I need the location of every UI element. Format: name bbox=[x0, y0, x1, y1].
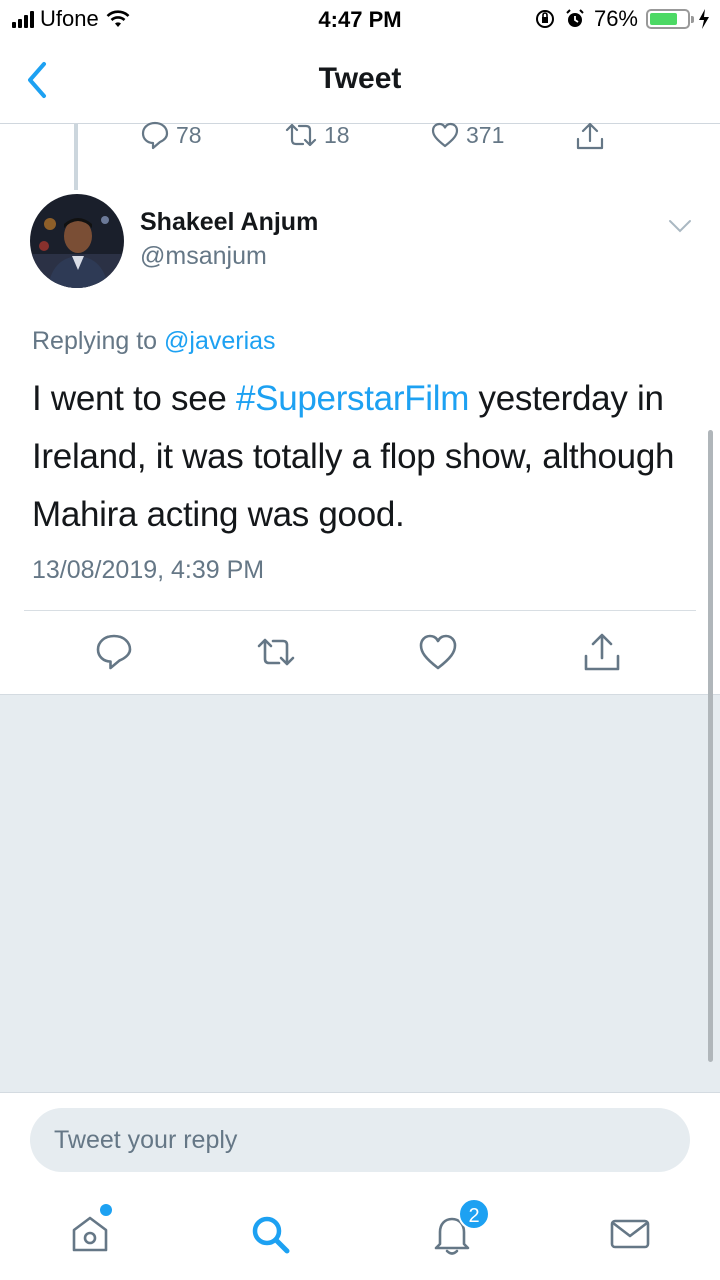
replying-to: Replying to @javerias bbox=[32, 327, 276, 356]
charging-icon bbox=[699, 9, 709, 29]
retweet-icon bbox=[285, 123, 317, 147]
tweet-text: I went to see #SuperstarFilm yesterday i… bbox=[32, 370, 692, 544]
reply-input[interactable] bbox=[30, 1108, 690, 1172]
chevron-down-icon[interactable] bbox=[666, 216, 694, 236]
retweet-count-stat[interactable]: 18 bbox=[284, 120, 350, 150]
share-stat[interactable] bbox=[574, 120, 606, 152]
status-bar: Ufone 4:47 PM 76% bbox=[0, 0, 720, 40]
home-icon[interactable] bbox=[66, 1210, 114, 1258]
share-button[interactable] bbox=[580, 630, 624, 674]
battery-percent: 76% bbox=[593, 6, 638, 31]
parent-tweet-stats: 78 18 371 bbox=[0, 120, 720, 156]
retweet-button[interactable] bbox=[254, 630, 298, 674]
messages-envelope-icon[interactable] bbox=[606, 1210, 654, 1258]
home-unread-dot bbox=[100, 1204, 112, 1216]
reply-bar bbox=[0, 1092, 720, 1188]
reply-count: 78 bbox=[176, 121, 202, 148]
like-count: 371 bbox=[466, 121, 505, 148]
search-icon[interactable] bbox=[246, 1210, 294, 1258]
reply-button[interactable] bbox=[92, 630, 136, 674]
orientation-lock-icon bbox=[535, 10, 554, 28]
status-right: 76% bbox=[534, 6, 710, 32]
like-count-stat[interactable]: 371 bbox=[430, 120, 504, 150]
replying-prefix: Replying to bbox=[32, 327, 158, 355]
retweet-count: 18 bbox=[324, 121, 350, 148]
avatar[interactable] bbox=[30, 194, 124, 288]
replying-to-handle[interactable]: @javerias bbox=[164, 327, 276, 355]
page-title: Tweet bbox=[318, 62, 402, 95]
divider bbox=[24, 610, 696, 611]
tweet-detail-screen: Ufone 4:47 PM 76% Tweet 78 18 371 Shakee… bbox=[0, 0, 720, 1280]
notifications-badge: 2 bbox=[458, 1198, 490, 1230]
alarm-icon bbox=[566, 9, 584, 27]
empty-replies-area bbox=[0, 694, 720, 1092]
author-handle[interactable]: @msanjum bbox=[140, 242, 267, 271]
author-name[interactable]: Shakeel Anjum bbox=[140, 208, 318, 237]
reply-icon bbox=[141, 121, 169, 150]
battery-icon bbox=[646, 9, 694, 29]
like-button[interactable] bbox=[416, 630, 460, 674]
reply-count-stat[interactable]: 78 bbox=[140, 120, 202, 150]
tweet-text-before: I went to see bbox=[32, 379, 236, 418]
heart-icon bbox=[431, 122, 459, 148]
navigation-bar: Tweet bbox=[0, 40, 720, 124]
hashtag-link[interactable]: #SuperstarFilm bbox=[236, 379, 469, 418]
tweet-timestamp: 13/08/2019, 4:39 PM bbox=[32, 556, 265, 584]
tab-bar bbox=[0, 1188, 720, 1280]
avatar-photo bbox=[30, 194, 124, 288]
tweet-actions bbox=[0, 620, 720, 694]
share-icon bbox=[576, 122, 604, 150]
scrollbar[interactable] bbox=[708, 430, 713, 1062]
